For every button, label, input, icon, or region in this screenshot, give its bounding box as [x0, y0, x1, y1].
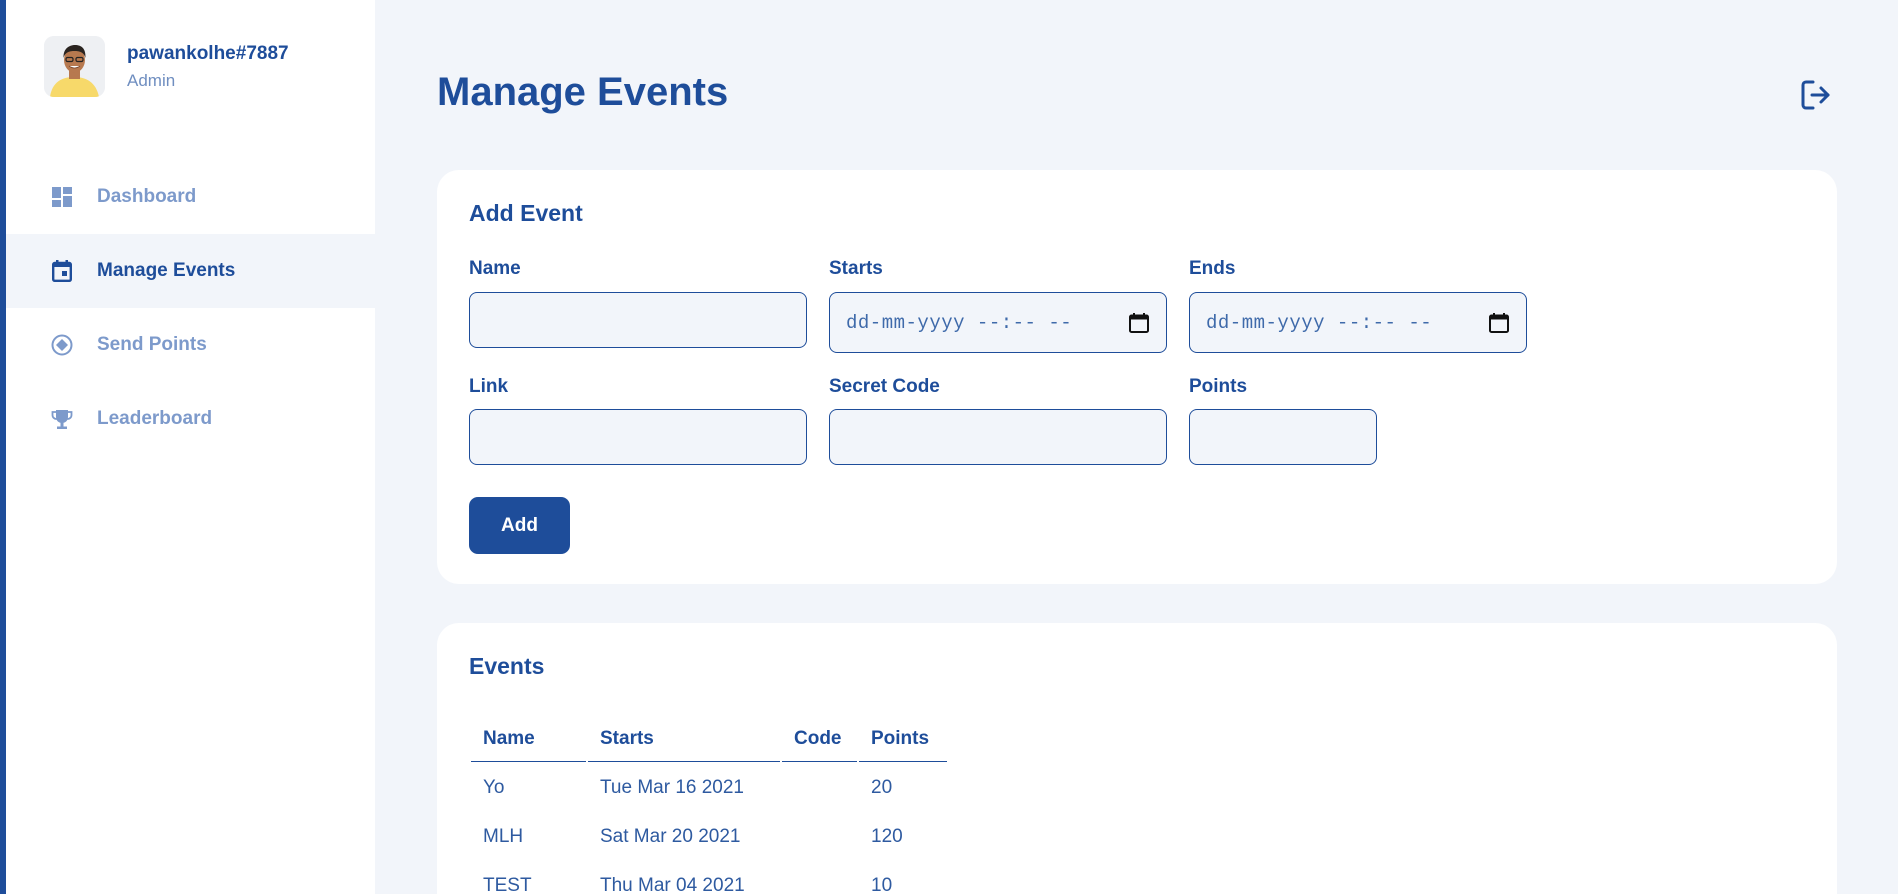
diamond-coin-icon — [50, 333, 74, 357]
add-event-title: Add Event — [469, 200, 583, 226]
link-label: Link — [469, 376, 509, 397]
logout-icon — [1801, 80, 1830, 110]
points-input[interactable] — [1189, 409, 1377, 465]
sidebar-nav: Dashboard Manage Events Send Points Lead… — [6, 160, 375, 456]
add-button[interactable]: Add — [469, 497, 570, 554]
name-label: Name — [469, 258, 521, 279]
link-input[interactable] — [469, 409, 807, 465]
column-header-code: Code — [782, 717, 857, 762]
event-name: Yo — [483, 776, 505, 798]
table-row: TEST Thu Mar 04 2021 10 — [471, 860, 947, 894]
secret-code-input[interactable] — [829, 409, 1167, 465]
events-title: Events — [469, 653, 545, 679]
add-event-card: Add Event Name Starts dd-mm-yyyy --:-- -… — [437, 170, 1837, 584]
calendar-picker-icon[interactable] — [1128, 312, 1150, 334]
column-header-points: Points — [859, 717, 947, 762]
calendar-icon — [50, 259, 74, 283]
secret-code-label: Secret Code — [829, 376, 940, 397]
sidebar-item-label: Manage Events — [97, 260, 236, 281]
starts-datetime-input[interactable]: dd-mm-yyyy --:-- -- — [829, 292, 1167, 353]
event-code — [782, 860, 857, 894]
event-points: 120 — [871, 825, 903, 847]
page-title: Manage Events — [437, 70, 729, 114]
event-starts: Tue Mar 16 2021 — [600, 776, 744, 798]
sidebar-item-label: Dashboard — [97, 186, 197, 207]
calendar-picker-icon[interactable] — [1488, 312, 1510, 334]
event-code — [782, 762, 857, 811]
starts-label: Starts — [829, 258, 883, 279]
event-points: 20 — [871, 776, 893, 798]
event-points: 10 — [871, 874, 893, 894]
ends-label: Ends — [1189, 258, 1236, 279]
username: pawankolhe#7887 — [127, 42, 289, 64]
events-table: Name Starts Code Points Yo Tue Mar 16 20… — [469, 717, 949, 894]
events-card: Events Name Starts Code Points Yo Tue Ma… — [437, 623, 1837, 894]
sidebar-item-label: Leaderboard — [97, 408, 213, 429]
sidebar-item-manage-events[interactable]: Manage Events — [6, 234, 375, 308]
ends-placeholder: dd-mm-yyyy --:-- -- — [1206, 311, 1433, 334]
trophy-icon — [50, 407, 74, 431]
table-row: Yo Tue Mar 16 2021 20 — [471, 762, 947, 811]
sidebar-item-send-points[interactable]: Send Points — [6, 308, 375, 382]
table-header-row: Name Starts Code Points — [471, 717, 947, 762]
table-row: MLH Sat Mar 20 2021 120 — [471, 811, 947, 860]
sidebar-item-label: Send Points — [97, 334, 207, 355]
event-starts: Thu Mar 04 2021 — [600, 874, 745, 894]
ends-datetime-input[interactable]: dd-mm-yyyy --:-- -- — [1189, 292, 1527, 353]
sidebar-item-dashboard[interactable]: Dashboard — [6, 160, 375, 234]
event-starts: Sat Mar 20 2021 — [600, 825, 741, 847]
points-label: Points — [1189, 376, 1248, 397]
event-code — [782, 811, 857, 860]
user-profile: pawankolhe#7887 Admin — [44, 36, 289, 97]
column-header-name: Name — [471, 717, 586, 762]
sidebar-item-leaderboard[interactable]: Leaderboard — [6, 382, 375, 456]
dashboard-icon — [50, 185, 74, 209]
column-header-starts: Starts — [588, 717, 780, 762]
event-name: MLH — [483, 825, 524, 847]
logout-button[interactable] — [1799, 78, 1833, 112]
avatar — [44, 36, 105, 97]
event-name: TEST — [483, 874, 532, 894]
sidebar: pawankolhe#7887 Admin Dashboard Manage E… — [6, 0, 375, 894]
user-role: Admin — [127, 70, 176, 90]
starts-placeholder: dd-mm-yyyy --:-- -- — [846, 311, 1073, 334]
name-input[interactable] — [469, 292, 807, 348]
